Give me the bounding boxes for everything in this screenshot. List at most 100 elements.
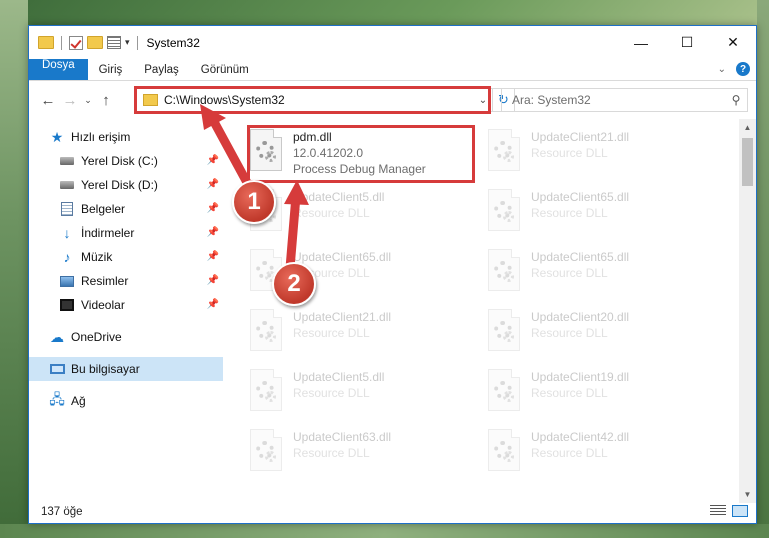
file-version: Resource DLL [531, 326, 608, 340]
file-info: pdm.dll 12.0.41202.0 Process Debug Manager [293, 129, 426, 177]
sidebar-item-this-pc[interactable]: Bu bilgisayar [29, 357, 223, 381]
pin-icon[interactable]: 📌 [207, 227, 219, 238]
tab-share[interactable]: Paylaş [133, 59, 190, 80]
sidebar-item-network[interactable]: 🖧 Ağ [29, 389, 223, 413]
customize-icon[interactable] [107, 36, 121, 49]
close-button[interactable]: ✕ [710, 26, 756, 59]
pin-icon[interactable]: 📌 [207, 251, 219, 262]
sidebar-item-pictures[interactable]: Resimler 📌 [29, 269, 223, 293]
sidebar-item-label: Yerel Disk (C:) [81, 154, 158, 168]
tab-file[interactable]: Dosya [29, 59, 88, 80]
dll-file-icon [485, 189, 523, 233]
network-icon: 🖧 [49, 391, 65, 407]
file-version: Resource DLL [293, 326, 370, 340]
properties-check-icon[interactable] [69, 35, 83, 50]
new-folder-icon[interactable] [87, 36, 103, 49]
pin-icon[interactable]: 📌 [207, 275, 219, 286]
minimize-button[interactable]: — [618, 26, 664, 59]
expand-ribbon-icon[interactable]: ⌄ [718, 64, 726, 75]
address-bar[interactable]: C:\Windows\System32 ⌄ [136, 88, 493, 112]
sidebar-item-onedrive[interactable]: ☁ OneDrive [29, 325, 223, 349]
sidebar-item-label: Resimler [81, 274, 129, 288]
sidebar-item-music[interactable]: ♪ Müzik 📌 [29, 245, 223, 269]
file-item[interactable]: UpdateClient20.dll Resource DLL [485, 305, 723, 365]
forward-button[interactable]: → [59, 92, 81, 109]
file-name: UpdateClient21.dll [293, 310, 392, 324]
details-view-icon[interactable] [710, 505, 726, 517]
sidebar-item-documents[interactable]: Belgeler 📌 [29, 197, 223, 221]
file-name: UpdateClient20.dll [531, 310, 630, 324]
sidebar-item-downloads[interactable]: ↓ İndirmeler 📌 [29, 221, 223, 245]
large-icons-view-icon[interactable] [732, 505, 748, 517]
file-name: UpdateClient65.dll [531, 190, 630, 204]
navigation-bar: ← → ⌄ ↑ C:\Windows\System32 ⌄ ↻ Ara: Sys… [29, 81, 756, 119]
file-item[interactable]: UpdateClient65.dll Resource DLL [485, 245, 723, 305]
sidebar-item-videos[interactable]: Videolar 📌 [29, 293, 223, 317]
file-info: UpdateClient63.dll Resource DLL [293, 429, 391, 461]
computer-icon [49, 362, 65, 376]
search-input[interactable]: Ara: System32 [512, 93, 725, 107]
sidebar-item-quick-access[interactable]: ★ Hızlı erişim [29, 125, 223, 149]
file-explorer-window: ▾ System32 — ☐ ✕ Dosya Giriş Paylaş Görü… [28, 25, 757, 524]
scroll-thumb[interactable] [742, 138, 753, 186]
file-description: Process Debug Manager [293, 162, 426, 176]
file-version: Resource DLL [531, 446, 608, 460]
ribbon-tabs: Dosya Giriş Paylaş Görünüm ⌄ ? [29, 59, 756, 81]
toolbar-divider [61, 35, 62, 50]
sidebar-item-label: Bu bilgisayar [71, 362, 140, 376]
pin-icon[interactable]: 📌 [207, 203, 219, 214]
dll-file-icon [247, 429, 285, 473]
vertical-scrollbar[interactable]: ▲ ▼ [739, 119, 756, 503]
sidebar-item-local-disk-c[interactable]: Yerel Disk (C:) 📌 [29, 149, 223, 173]
file-name: pdm.dll [293, 130, 332, 144]
cloud-icon: ☁ [50, 328, 64, 345]
dll-file-icon [247, 369, 285, 413]
maximize-button[interactable]: ☐ [664, 26, 710, 59]
sidebar-item-label: Yerel Disk (D:) [81, 178, 158, 192]
dll-file-icon [485, 309, 523, 353]
address-dropdown-icon[interactable]: ⌄ [474, 95, 492, 106]
file-item[interactable]: UpdateClient63.dll Resource DLL [247, 425, 485, 485]
search-icon: ⚲ [731, 93, 741, 107]
pin-icon[interactable]: 📌 [207, 155, 219, 166]
pin-icon[interactable]: 📌 [207, 299, 219, 310]
back-button[interactable]: ← [37, 92, 59, 109]
file-info: UpdateClient20.dll Resource DLL [531, 309, 629, 341]
file-version: Resource DLL [531, 266, 608, 280]
folder-icon [143, 94, 158, 106]
file-name: UpdateClient65.dll [293, 250, 392, 264]
folder-icon [38, 36, 54, 49]
file-item[interactable]: UpdateClient21.dll Resource DLL [485, 125, 723, 185]
disk-icon [59, 178, 75, 192]
tab-view[interactable]: Görünüm [190, 59, 260, 80]
file-version: Resource DLL [293, 386, 370, 400]
file-name: UpdateClient5.dll [293, 370, 385, 384]
pin-icon[interactable]: 📌 [207, 179, 219, 190]
quick-access-dropdown-icon[interactable]: ▾ [125, 37, 130, 48]
file-item[interactable]: UpdateClient21.dll Resource DLL [247, 305, 485, 365]
title-bar: ▾ System32 — ☐ ✕ [29, 26, 756, 59]
tab-home[interactable]: Giriş [88, 59, 134, 80]
up-button[interactable]: ↑ [95, 92, 117, 109]
file-item[interactable]: UpdateClient65.dll Resource DLL [485, 185, 723, 245]
videos-icon [59, 298, 75, 312]
address-path[interactable]: C:\Windows\System32 [164, 93, 474, 107]
sidebar-item-local-disk-d[interactable]: Yerel Disk (D:) 📌 [29, 173, 223, 197]
file-item[interactable]: UpdateClient19.dll Resource DLL [485, 365, 723, 425]
sidebar-item-label: Belgeler [81, 202, 126, 216]
file-name: UpdateClient65.dll [531, 250, 630, 264]
scroll-up-icon[interactable]: ▲ [739, 119, 756, 136]
file-item[interactable]: UpdateClient5.dll Resource DLL [247, 365, 485, 425]
file-item[interactable]: pdm.dll 12.0.41202.0 Process Debug Manager [247, 125, 485, 185]
recent-locations-dropdown[interactable]: ⌄ [81, 95, 95, 106]
search-box[interactable]: Ara: System32 ⚲ [501, 88, 748, 112]
file-item[interactable]: UpdateClient42.dll Resource DLL [485, 425, 723, 485]
help-icon[interactable]: ? [736, 62, 750, 76]
step-callout-1: 1 [232, 180, 276, 224]
star-icon: ★ [50, 128, 64, 145]
music-icon: ♪ [63, 249, 71, 265]
file-item[interactable]: UpdateClient5.dll Resource DLL [247, 185, 485, 245]
window-controls: — ☐ ✕ [618, 26, 756, 59]
